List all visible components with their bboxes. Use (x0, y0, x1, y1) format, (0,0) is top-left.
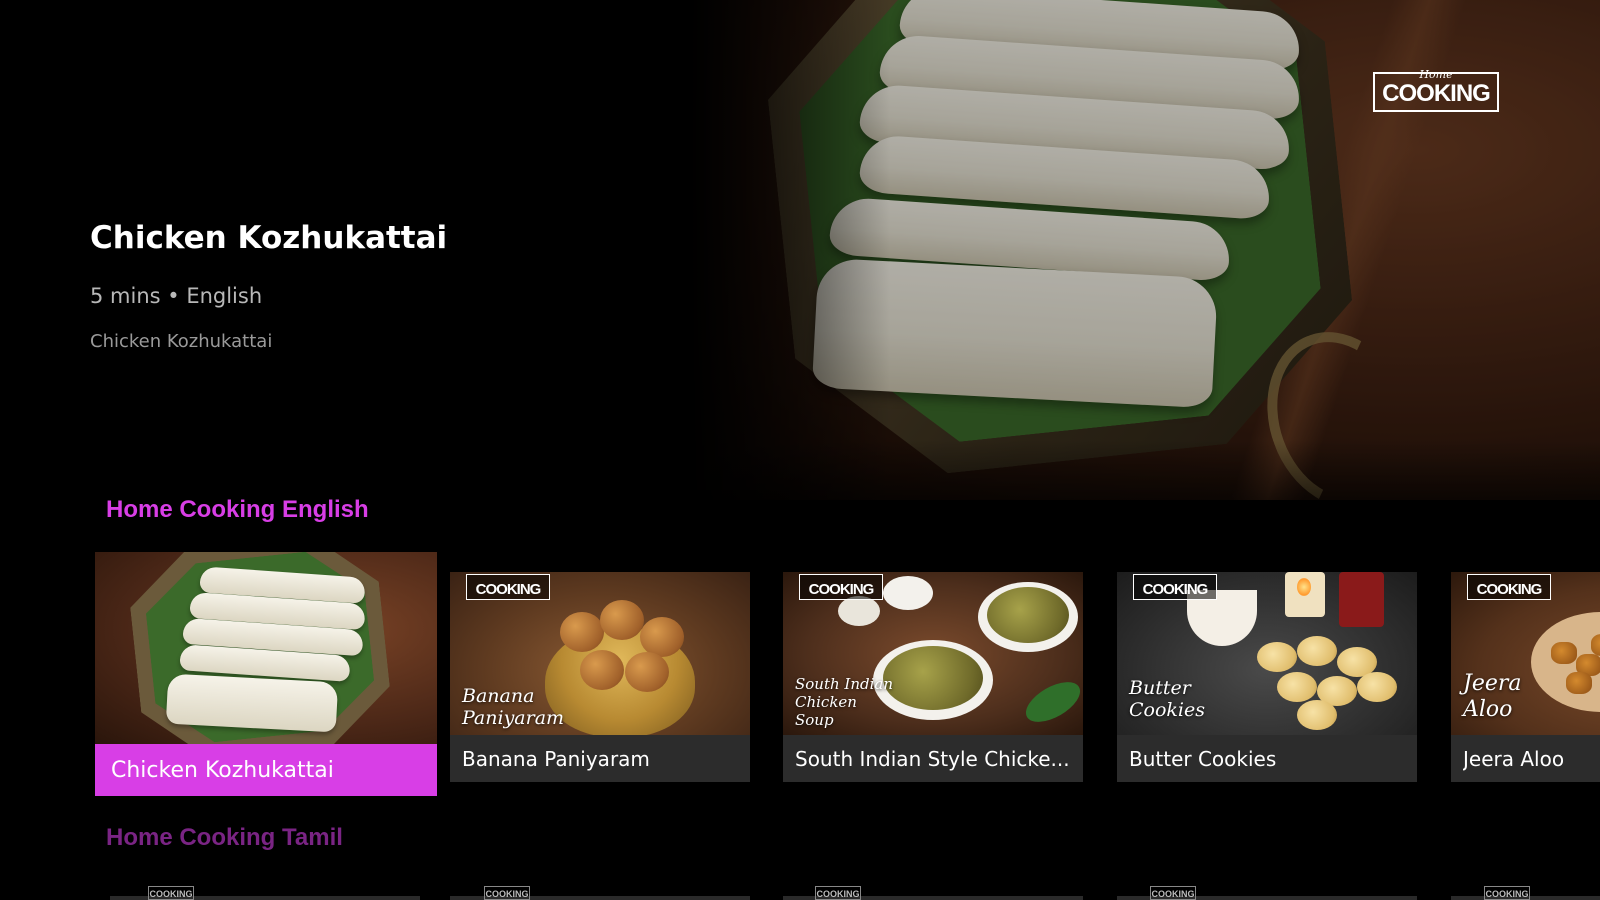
video-card-butter-cookies[interactable]: COOKING Butter Cookies Butter Cookies (1117, 572, 1417, 782)
hero-bottom-fade (690, 440, 1600, 500)
row2-channel-logo: COOKING (148, 886, 194, 900)
row2-channel-logo: COOKING (1150, 886, 1196, 900)
hero-meta: 5 mins • English (90, 284, 263, 308)
card-thumbnail: COOKING Banana Paniyaram (450, 572, 750, 735)
card-thumbnail: COOKING Butter Cookies (1117, 572, 1417, 735)
card-thumbnail: COOKING South Indian Chicken Soup (783, 572, 1083, 735)
channel-logo: COOKING (799, 574, 883, 600)
card-title: Jeera Aloo (1463, 746, 1565, 771)
hero-title: Chicken Kozhukattai (90, 220, 448, 256)
channel-logo: COOKING (1467, 574, 1551, 600)
row2-channel-logo: COOKING (815, 886, 861, 900)
card-title: Chicken Kozhukattai (111, 757, 334, 783)
thumbnail-script-text: South Indian Chicken Soup (795, 675, 894, 729)
card-thumbnail (95, 552, 437, 744)
video-card-banana-paniyaram[interactable]: COOKING Banana Paniyaram Banana Paniyara… (450, 572, 750, 782)
row-title-home-cooking-english: Home Cooking English (106, 496, 369, 523)
row2-channel-logo: COOKING (484, 886, 530, 900)
brand-logo-text: COOKING (1382, 80, 1491, 107)
card-title: Banana Paniyaram (462, 746, 650, 771)
row2-channel-logo: COOKING (1484, 886, 1530, 900)
tv-browse-screen: Home COOKING Chicken Kozhukattai 5 mins … (0, 0, 1600, 900)
thumbnail-script-text: Banana Paniyaram (462, 685, 565, 729)
thumbnail-script-text: Butter Cookies (1129, 677, 1205, 721)
brand-logo-script: Home (1419, 68, 1453, 81)
card-thumbnail: COOKING Jeera Aloo (1451, 572, 1600, 735)
card-title: Butter Cookies (1129, 746, 1277, 771)
channel-logo: COOKING (466, 574, 550, 600)
hero-left-fade (690, 0, 890, 500)
thumbnail-script-text: Jeera Aloo (1463, 671, 1522, 722)
video-card-chicken-kozhukattai[interactable]: Chicken Kozhukattai (95, 552, 437, 796)
row-title-home-cooking-tamil: Home Cooking Tamil (106, 824, 343, 851)
brand-logo: Home COOKING (1373, 68, 1499, 112)
video-card-jeera-aloo[interactable]: COOKING Jeera Aloo Jeera Aloo (1451, 572, 1600, 782)
channel-logo: COOKING (1133, 574, 1217, 600)
video-card-south-indian-chicken-soup[interactable]: COOKING South Indian Chicken Soup South … (783, 572, 1083, 782)
card-title: South Indian Style Chicke... (795, 746, 1070, 771)
hero-description: Chicken Kozhukattai (90, 331, 273, 352)
